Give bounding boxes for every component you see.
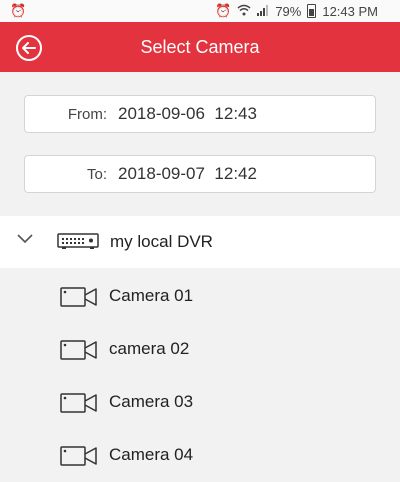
from-label: From: [67, 106, 107, 123]
to-date-field[interactable]: To: 2018-09-07 12:42 [24, 155, 376, 193]
device-name: my local DVR [110, 232, 213, 251]
device-row[interactable]: my local DVR [0, 216, 400, 268]
alarm-icon: ⏰ [215, 3, 232, 18]
camera-row[interactable]: Camera 03 [0, 376, 400, 428]
app-header: Select Camera [0, 22, 400, 72]
from-value: 2018-09-06 12:43 [118, 104, 257, 123]
camera-icon [60, 340, 97, 360]
wifi-icon [237, 4, 251, 19]
clock: 12:43 PM [322, 3, 378, 19]
battery-percent: 79% [275, 3, 302, 19]
from-date-field[interactable]: From: 2018-09-06 12:43 [24, 95, 376, 133]
camera-row[interactable]: camera 02 [0, 323, 400, 375]
camera-icon [60, 287, 97, 307]
camera-label: Camera 01 [109, 286, 194, 305]
status-icons: ⏰ 79% 12:43 PM [215, 3, 378, 19]
camera-icon [60, 446, 97, 466]
camera-row[interactable]: Camera 01 [0, 270, 400, 322]
camera-row[interactable]: Camera 04 [0, 429, 400, 481]
alarm-clock-icon: ⏰ [10, 3, 27, 18]
page-title: Select Camera [140, 37, 260, 57]
to-label: To: [86, 166, 107, 183]
camera-label: Camera 03 [109, 392, 194, 411]
chevron-down-icon[interactable] [17, 234, 33, 244]
battery-icon [307, 4, 317, 18]
dvr-icon [57, 233, 99, 249]
signal-icon [257, 4, 269, 19]
camera-label: camera 02 [109, 339, 190, 358]
to-value: 2018-09-07 12:42 [118, 164, 257, 183]
status-bar: ⏰ ⏰ 79% 12:43 PM [0, 0, 400, 22]
camera-icon [60, 393, 97, 413]
camera-label: Camera 04 [109, 445, 194, 464]
